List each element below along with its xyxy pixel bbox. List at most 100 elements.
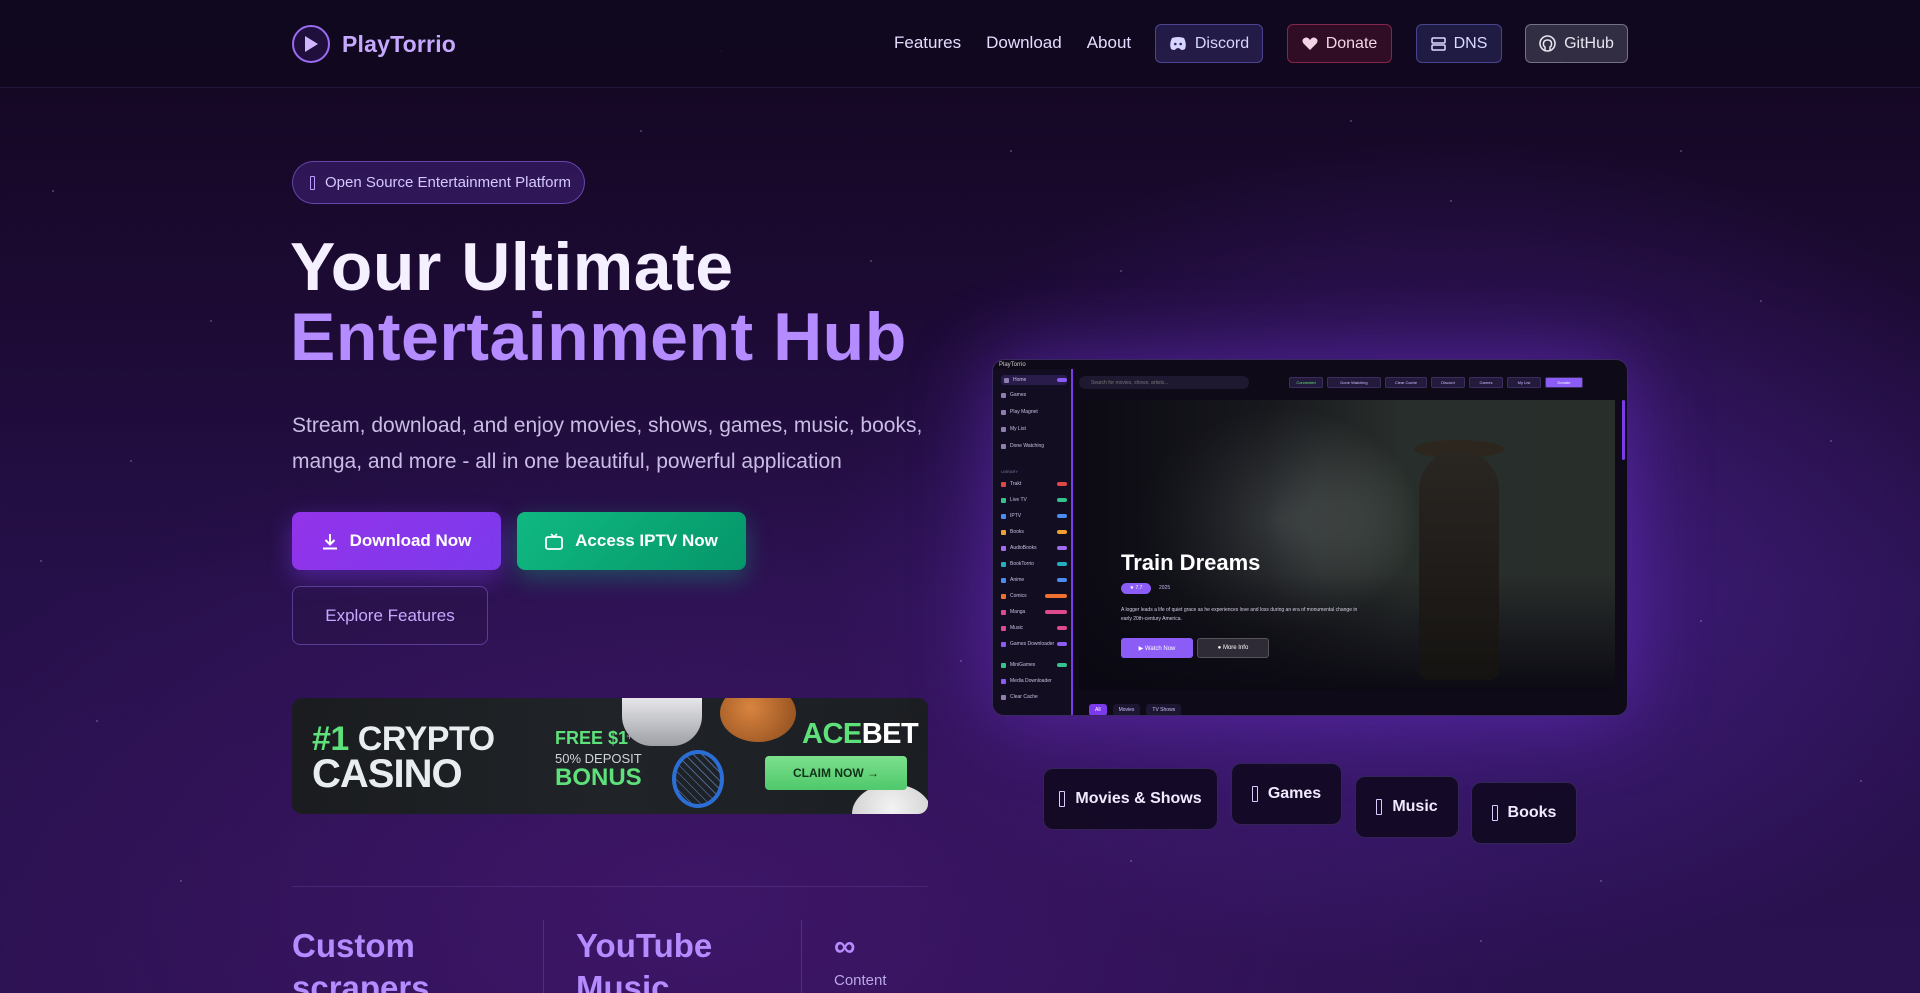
download-now-button[interactable]: Download Now xyxy=(292,512,501,570)
preview-chip: Clear Cache xyxy=(1385,377,1427,388)
preview-movie-title: Train Dreams xyxy=(1121,550,1261,575)
ad-bonus: BONUS xyxy=(555,764,642,791)
discord-button[interactable]: Discord xyxy=(1155,24,1263,63)
explore-features-button[interactable]: Explore Features xyxy=(292,586,488,645)
preview-sidebar-home: Home xyxy=(1001,375,1067,385)
top-navbar: PlayTorrio Features Download About Disco… xyxy=(0,0,1920,88)
badge-icon xyxy=(310,175,315,190)
preview-library-label: LIBRARY xyxy=(1001,469,1019,474)
game-controller-image xyxy=(622,698,702,746)
preview-tabs: All Movies TV Shows xyxy=(1089,704,1182,715)
nav-link-download[interactable]: Download xyxy=(986,33,1062,53)
nav-link-about[interactable]: About xyxy=(1087,33,1131,53)
preview-lib-item: Music xyxy=(1001,625,1067,631)
brand[interactable]: PlayTorrio xyxy=(292,24,456,64)
preview-topbar: Search for movies, shows, artists... Con… xyxy=(1079,376,1619,390)
discord-label: Discord xyxy=(1194,34,1250,52)
category-music[interactable]: Music xyxy=(1355,776,1459,838)
preview-year: 2025 xyxy=(1159,585,1171,591)
stat-youtube-music: YouTube Music xyxy=(576,927,713,993)
preview-chip: Donate xyxy=(1545,377,1583,388)
preview-lib-item: BookTorrio xyxy=(1001,561,1067,567)
preview-more-button: ● More Info xyxy=(1197,638,1269,658)
claim-now-button[interactable]: CLAIM NOW → xyxy=(765,756,907,790)
donate-button[interactable]: Donate xyxy=(1287,24,1392,63)
download-now-label: Download Now xyxy=(349,531,472,550)
category-games[interactable]: Games xyxy=(1231,763,1342,825)
preview-lib-item: Live TV xyxy=(1001,497,1067,503)
play-logo-icon xyxy=(292,25,330,63)
explore-features-label: Explore Features xyxy=(325,605,455,625)
ad-free-offer: FREE $1 xyxy=(555,728,629,748)
hero-title: Your Ultimate Entertainment Hub xyxy=(290,232,907,372)
preview-description: A logger leads a life of quiet grace as … xyxy=(1121,607,1358,622)
stat-separator xyxy=(801,920,802,993)
basketball-image xyxy=(720,698,796,742)
hero-subtitle: Stream, download, and enjoy movies, show… xyxy=(292,414,923,473)
book-icon xyxy=(1491,805,1498,821)
preview-search: Search for movies, shows, artists... xyxy=(1079,376,1249,389)
nav-link-features[interactable]: Features xyxy=(894,33,961,53)
tv-icon xyxy=(545,532,564,550)
download-icon xyxy=(322,533,337,549)
preview-chip: Games xyxy=(1469,377,1503,388)
ad-brand-logo: ACEBET xyxy=(802,718,919,750)
preview-tab: TV Shows xyxy=(1146,704,1182,715)
dns-label: DNS xyxy=(1453,34,1488,52)
preview-lib-item: Games Downloader xyxy=(1001,641,1067,647)
preview-lib-item: Media Downloader xyxy=(1001,678,1067,684)
github-icon xyxy=(1539,35,1556,52)
category-label: Movies & Shows xyxy=(1075,790,1202,807)
preview-tab: Movies xyxy=(1112,704,1141,715)
server-icon xyxy=(1430,36,1446,51)
preview-scrollbar xyxy=(1622,400,1625,460)
ad-headline-top: #1 CRYPTO xyxy=(312,720,495,758)
preview-lib-item: IPTV xyxy=(1001,513,1067,519)
film-icon xyxy=(1059,791,1066,807)
preview-figure xyxy=(1419,450,1499,680)
github-button[interactable]: GitHub xyxy=(1525,24,1628,63)
category-label: Music xyxy=(1392,798,1438,815)
hero-title-line2: Entertainment Hub xyxy=(290,299,907,375)
preview-lib-item: Comics xyxy=(1001,593,1067,599)
dns-button[interactable]: DNS xyxy=(1416,24,1502,63)
preview-chip: Done Watching xyxy=(1327,377,1381,388)
donate-label: Donate xyxy=(1325,34,1378,52)
brand-name: PlayTorrio xyxy=(342,30,457,57)
preview-sidebar-done: Done Watching xyxy=(1001,443,1067,449)
preview-sidebar-games: Games xyxy=(1001,392,1067,398)
preview-watch-button: ▶ Watch Now xyxy=(1121,638,1193,658)
tennis-racket-image xyxy=(672,750,724,808)
category-label: Games xyxy=(1267,785,1322,802)
stat-infinity: ∞ xyxy=(834,930,856,963)
preview-lib-item: MiniGames xyxy=(1001,662,1067,668)
access-iptv-button[interactable]: Access IPTV Now xyxy=(517,512,746,570)
github-label: GitHub xyxy=(1564,34,1614,52)
gamepad-icon xyxy=(1251,786,1258,802)
category-label: Books xyxy=(1507,804,1557,821)
preview-chip: Connected xyxy=(1289,377,1323,388)
preview-sidebar: Home Games Play Magnet My List Done Watc… xyxy=(993,369,1073,715)
category-movies-shows[interactable]: Movies & Shows xyxy=(1043,768,1218,830)
preview-sidebar-mylist: My List xyxy=(1001,426,1067,432)
discord-icon xyxy=(1170,36,1186,50)
ad-headline-bottom: CASINO xyxy=(312,752,463,796)
category-books[interactable]: Books xyxy=(1471,782,1577,844)
preview-hero-banner: Train Dreams ★ 7.7 2025 A logger leads a… xyxy=(1079,400,1615,690)
stats-divider xyxy=(292,886,928,887)
stat-custom-scrapers: Custom scrapers xyxy=(292,927,430,993)
preview-sidebar-magnet: Play Magnet xyxy=(1001,409,1067,415)
open-source-badge: Open Source Entertainment Platform xyxy=(292,161,585,204)
preview-chip: My List xyxy=(1507,377,1541,388)
preview-window-title: PlayTorrio xyxy=(999,362,1026,368)
preview-lib-item: Manga xyxy=(1001,609,1067,615)
stat-content-label: Content xyxy=(834,972,887,989)
preview-lib-item: Anime xyxy=(1001,577,1067,583)
preview-lib-item: AudioBooks xyxy=(1001,545,1067,551)
stat-separator xyxy=(543,920,544,993)
preview-chip: Discord xyxy=(1431,377,1465,388)
hero-title-line1: Your Ultimate xyxy=(290,229,734,305)
app-preview-screenshot: PlayTorrio Home Games Play Magnet My Lis… xyxy=(992,359,1628,716)
music-icon xyxy=(1376,799,1383,815)
casino-ad-banner[interactable]: #1 CRYPTO CASINO FREE $1 + 50% DEPOSIT B… xyxy=(292,698,928,814)
